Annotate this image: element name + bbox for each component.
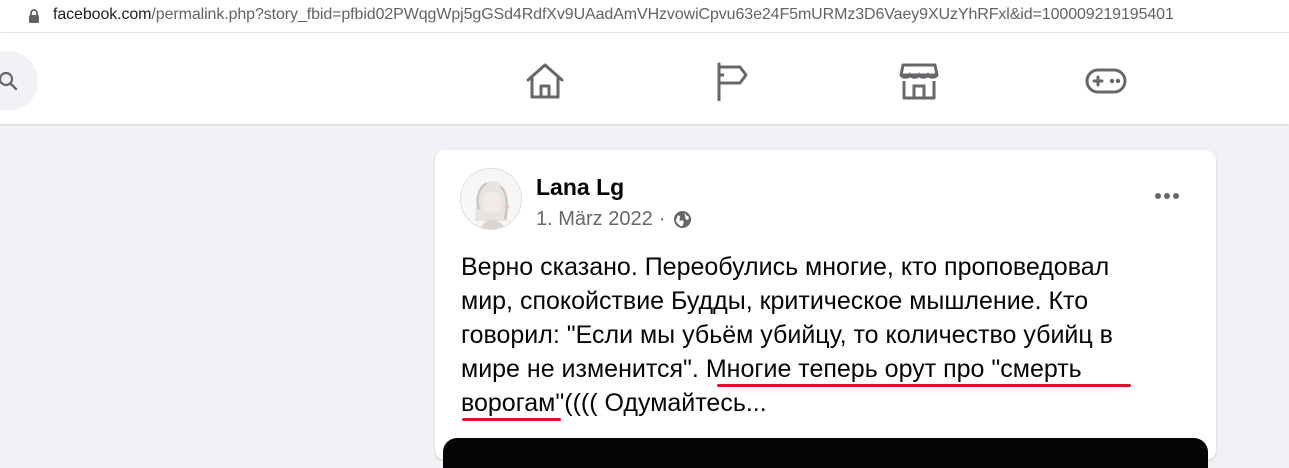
marketplace-icon[interactable] xyxy=(897,61,941,101)
highlight-underline xyxy=(717,384,1131,387)
url-host: facebook.com xyxy=(53,6,152,23)
search-icon xyxy=(0,71,18,91)
post-media[interactable] xyxy=(443,438,1208,468)
top-navigation xyxy=(0,33,1289,124)
globe-icon xyxy=(674,210,692,229)
author-avatar[interactable] xyxy=(460,168,522,230)
post-text: Верно сказано. Переобулись многие, кто п… xyxy=(461,250,1161,420)
url-text[interactable]: facebook.com/permalink.php?story_fbid=pf… xyxy=(53,6,1174,24)
post-card: Lana Lg 1. März 2022 · Верно сказано. Пе… xyxy=(435,150,1216,468)
flag-icon[interactable] xyxy=(710,61,754,101)
post-text-line: говорил: "Если мы убьём убийцу, то колич… xyxy=(461,321,1113,349)
post-text-line: Верно сказано. Переобулись многие, кто п… xyxy=(461,253,1110,281)
more-options-icon[interactable] xyxy=(1147,180,1187,210)
highlight-underline xyxy=(462,418,561,421)
search-button[interactable] xyxy=(0,51,38,111)
post-author[interactable]: Lana Lg xyxy=(536,174,624,201)
post-meta: 1. März 2022 · xyxy=(536,208,692,231)
home-icon[interactable] xyxy=(523,61,567,101)
avatar-image xyxy=(461,169,521,229)
post-text-line: мире не изменится". Многие теперь орут п… xyxy=(461,355,1082,383)
gaming-icon[interactable] xyxy=(1084,61,1128,101)
address-bar[interactable]: facebook.com/permalink.php?story_fbid=pf… xyxy=(0,0,1289,33)
lock-icon xyxy=(29,9,39,23)
post-text-line: ворогам"(((( Одумайтесь... xyxy=(461,389,767,417)
url-path: /permalink.php?story_fbid=pfbid02PWqgWpj… xyxy=(151,6,1174,23)
post-text-line: мир, спокойствие Будды, критическое мышл… xyxy=(461,287,1089,315)
meta-separator: · xyxy=(658,208,666,230)
post-date[interactable]: 1. März 2022 xyxy=(536,208,653,231)
